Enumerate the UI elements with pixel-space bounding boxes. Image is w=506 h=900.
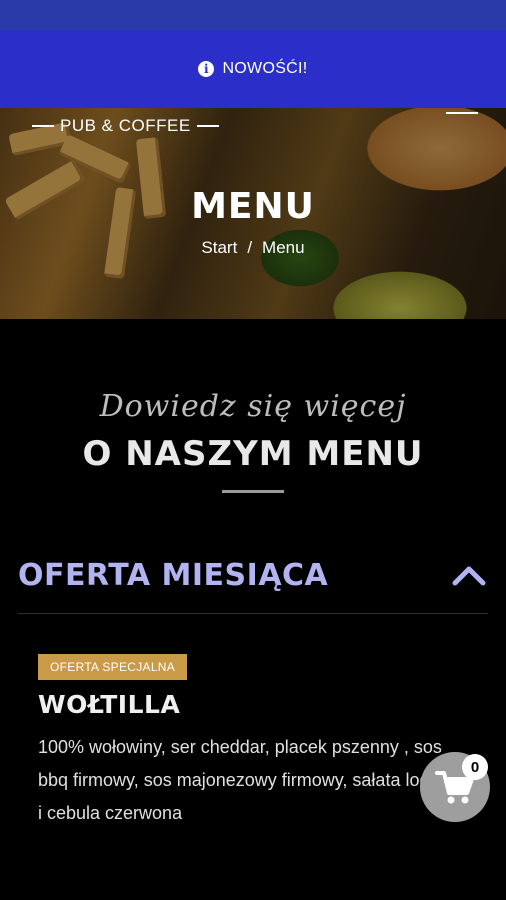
news-banner-label: NOWOŚĆI!: [222, 60, 308, 77]
brand-dash-right: [196, 125, 219, 127]
breadcrumb: Start / Menu: [0, 238, 506, 258]
hero-banner: PUB & COFFEE MENU Start / Menu: [0, 108, 506, 319]
breadcrumb-current: Menu: [262, 238, 305, 257]
status-bar: [0, 0, 506, 30]
menu-item-description: 100% wołowiny, ser cheddar, placek pszen…: [38, 737, 463, 823]
special-offer-badge: OFERTA SPECJALNA: [38, 654, 188, 680]
info-icon: i: [198, 61, 215, 77]
chevron-up-icon[interactable]: [452, 563, 486, 587]
intro-heading: O NASZYM MENU: [82, 434, 424, 474]
menu-intro: Dowiedz się więcej O NASZYM MENU: [0, 319, 506, 493]
breadcrumb-home-link[interactable]: Start: [201, 238, 237, 257]
brand-name: PUB & COFFEE: [60, 116, 191, 135]
page-title: MENU: [191, 186, 315, 227]
offer-section-title: OFERTA MIESIĄCA: [18, 557, 329, 593]
cart-count-badge: 0: [462, 754, 488, 780]
brand-dash-left: [32, 125, 54, 127]
hamburger-menu-icon[interactable]: [446, 108, 478, 114]
heading-divider: [222, 490, 284, 493]
intro-script-heading: Dowiedz się więcej: [99, 389, 407, 424]
news-banner[interactable]: i NOWOŚĆI!: [0, 30, 506, 108]
menu-item-name: WOŁTILLA: [38, 690, 181, 719]
brand-logo[interactable]: PUB & COFFEE: [26, 116, 225, 136]
offer-section-toggle[interactable]: OFERTA MIESIĄCA: [18, 537, 488, 614]
breadcrumb-separator: /: [247, 238, 253, 257]
